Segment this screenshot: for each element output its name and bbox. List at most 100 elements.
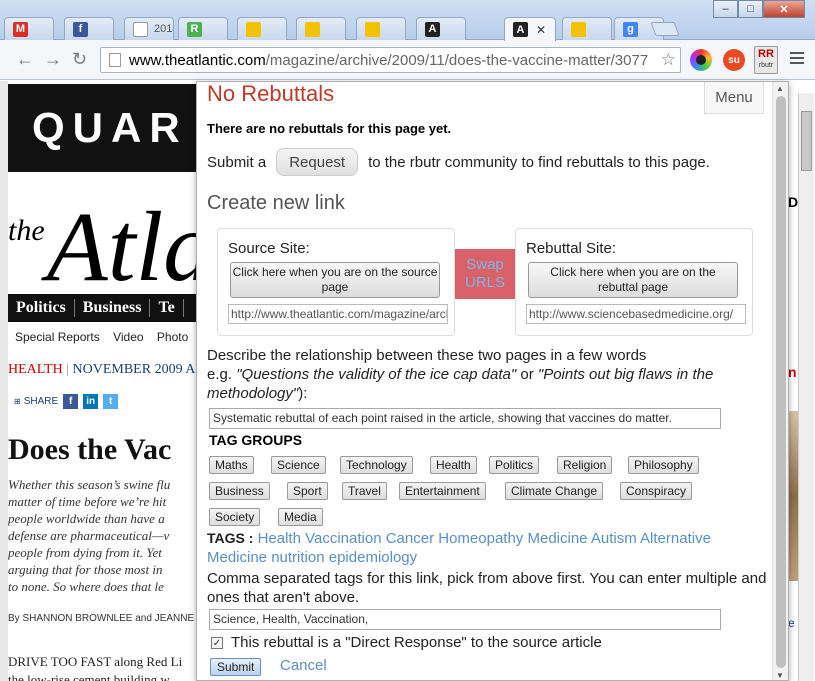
- swap-urls-button[interactable]: Swap URLS: [455, 249, 515, 299]
- article-byline: By SHANNON BROWNLEE and JEANNE: [8, 613, 195, 624]
- tag-link[interactable]: epidemiology: [329, 549, 417, 566]
- maximize-button[interactable]: □: [738, 0, 763, 18]
- browser-tab[interactable]: [237, 17, 287, 40]
- browser-tab[interactable]: [562, 17, 612, 40]
- article-dek: Whether this season’s swine flu matter of…: [8, 476, 198, 595]
- gmail-icon: M: [13, 21, 28, 37]
- scroll-up-icon[interactable]: ▲: [776, 84, 784, 93]
- page-scroll-thumb[interactable]: [801, 111, 812, 171]
- dek-line: matter of time before we’re hit: [8, 494, 167, 509]
- request-button[interactable]: Request: [276, 148, 359, 176]
- nav-tech[interactable]: Te: [150, 299, 184, 317]
- browser-tab[interactable]: A: [416, 17, 466, 40]
- cancel-link[interactable]: Cancel: [280, 657, 327, 674]
- swap-label-urls: URLS: [464, 274, 505, 291]
- tag-link[interactable]: Alternative: [640, 530, 711, 547]
- rebuttal-url-field[interactable]: http://www.sciencebasedmedicine.org/: [526, 304, 746, 324]
- facebook-share-icon[interactable]: f: [63, 394, 79, 409]
- scroll-down-icon[interactable]: ▼: [776, 671, 784, 680]
- tag-group-button[interactable]: Science: [271, 456, 326, 474]
- popup-scrollbar[interactable]: ▲ ▼: [772, 82, 788, 680]
- tags-input[interactable]: Science, Health, Vaccination,: [209, 609, 721, 630]
- browser-tab[interactable]: A ✕: [504, 17, 556, 41]
- reload-icon[interactable]: ↻: [72, 49, 87, 70]
- rbutr-extension-icon[interactable]: RR rbutr: [754, 46, 778, 74]
- forward-icon[interactable]: →: [44, 49, 62, 70]
- subnav-photo[interactable]: Photo: [157, 330, 188, 344]
- subnav-special-reports[interactable]: Special Reports: [15, 330, 100, 344]
- tag-group-button[interactable]: Religion: [557, 456, 613, 474]
- tag-group-button[interactable]: Sport: [287, 482, 328, 500]
- share-label[interactable]: SHARE: [24, 396, 58, 407]
- tag-group-button[interactable]: Society: [209, 508, 261, 526]
- tag-link[interactable]: Health: [258, 530, 301, 547]
- menu-button[interactable]: Menu: [704, 82, 764, 114]
- address-bar[interactable]: www.theatlantic.com/magazine/archive/200…: [100, 47, 681, 73]
- tag-group-button[interactable]: Health: [430, 456, 477, 474]
- bookmark-star-icon[interactable]: ☆: [658, 50, 676, 70]
- rebuttal-capture-button[interactable]: Click here when you are on the rebuttal …: [528, 262, 738, 298]
- tag-link[interactable]: Medicine: [207, 549, 267, 566]
- subnav-video[interactable]: Video: [113, 330, 143, 344]
- browser-menu-icon[interactable]: [790, 52, 804, 67]
- tag-group-button[interactable]: Philosophy: [628, 456, 699, 474]
- page-scrollbar[interactable]: [798, 93, 814, 681]
- source-capture-button[interactable]: Click here when you are on the source pa…: [230, 262, 440, 298]
- quartz-banner[interactable]: QUAR: [8, 84, 198, 172]
- browser-toolbar: ← → ↻ www.theatlantic.com/magazine/archi…: [0, 40, 815, 80]
- stumbleupon-extension-icon[interactable]: su: [723, 49, 745, 71]
- google-icon: g: [623, 21, 638, 37]
- tag-link[interactable]: Vaccination: [305, 530, 381, 547]
- tag-link[interactable]: nutrition: [271, 549, 324, 566]
- minimize-button[interactable]: –: [713, 0, 738, 18]
- tag-group-button[interactable]: Climate Change: [505, 482, 604, 500]
- browser-tab[interactable]: [356, 17, 406, 40]
- color-picker-extension-icon[interactable]: [690, 49, 712, 71]
- twitter-share-icon[interactable]: t: [103, 394, 119, 409]
- tag-group-button[interactable]: Media: [278, 508, 323, 526]
- submit-suffix: to the rbutr community to find rebuttals…: [368, 153, 710, 171]
- section-health[interactable]: HEALTH: [8, 362, 63, 377]
- rebuttal-site-box: Rebuttal Site: Click here when you are o…: [515, 228, 753, 336]
- close-tab-icon[interactable]: ✕: [536, 23, 546, 37]
- tag-group-button[interactable]: Maths: [209, 456, 254, 474]
- tag-link[interactable]: Medicine: [527, 530, 587, 547]
- url-host: www.theatlantic.com: [129, 51, 266, 69]
- source-url-field[interactable]: http://www.theatlantic.com/magazine/arch…: [228, 304, 448, 324]
- browser-tab[interactable]: 2010 Epidemiology Pr...: [124, 17, 174, 40]
- tag-group-button[interactable]: Technology: [340, 456, 413, 474]
- right-text-fragment: D: [788, 194, 799, 210]
- describe-instructions: Describe the relationship between these …: [207, 347, 714, 402]
- rbutr-mark: RR: [758, 48, 774, 60]
- nav-politics[interactable]: Politics: [8, 299, 75, 317]
- rbutr-label: rbutr: [758, 62, 774, 69]
- nav-business[interactable]: Business: [75, 299, 151, 317]
- issue-date: NOVEMBER 2009 A: [72, 362, 196, 377]
- back-icon[interactable]: ←: [16, 49, 34, 70]
- popup-scroll-thumb[interactable]: [776, 96, 786, 668]
- tag-group-button[interactable]: Travel: [342, 482, 387, 500]
- yellow-page-icon: [365, 21, 380, 37]
- tag-group-button[interactable]: Entertainment: [399, 482, 486, 500]
- tag-group-button[interactable]: Business: [209, 482, 270, 500]
- tag-group-button[interactable]: Conspiracy: [620, 482, 693, 500]
- swap-label: Swap: [466, 256, 504, 273]
- new-tab-button[interactable]: [650, 22, 680, 36]
- share-plus-icon: ⊞: [14, 397, 21, 406]
- submit-button[interactable]: Submit: [210, 658, 262, 676]
- direct-response-checkbox[interactable]: ✓: [211, 636, 223, 649]
- description-input[interactable]: Systematic rebuttal of each point raised…: [209, 408, 721, 429]
- direct-response-label[interactable]: This rebuttal is a "Direct Response" to …: [231, 634, 602, 651]
- dek-line: arguing that for those most in: [8, 562, 163, 577]
- browser-tab[interactable]: R: [178, 17, 228, 40]
- browser-tab[interactable]: M: [4, 17, 54, 40]
- browser-tab[interactable]: f: [64, 17, 114, 40]
- tag-group-button[interactable]: Politics: [489, 456, 540, 474]
- close-window-button[interactable]: ✕: [763, 0, 805, 18]
- right-link-fragment[interactable]: e: [788, 616, 795, 630]
- tag-link[interactable]: Cancer: [386, 530, 434, 547]
- tag-link[interactable]: Homeopathy: [438, 530, 523, 547]
- browser-tab[interactable]: [296, 17, 346, 40]
- linkedin-share-icon[interactable]: in: [83, 394, 99, 409]
- tag-link[interactable]: Autism: [591, 530, 637, 547]
